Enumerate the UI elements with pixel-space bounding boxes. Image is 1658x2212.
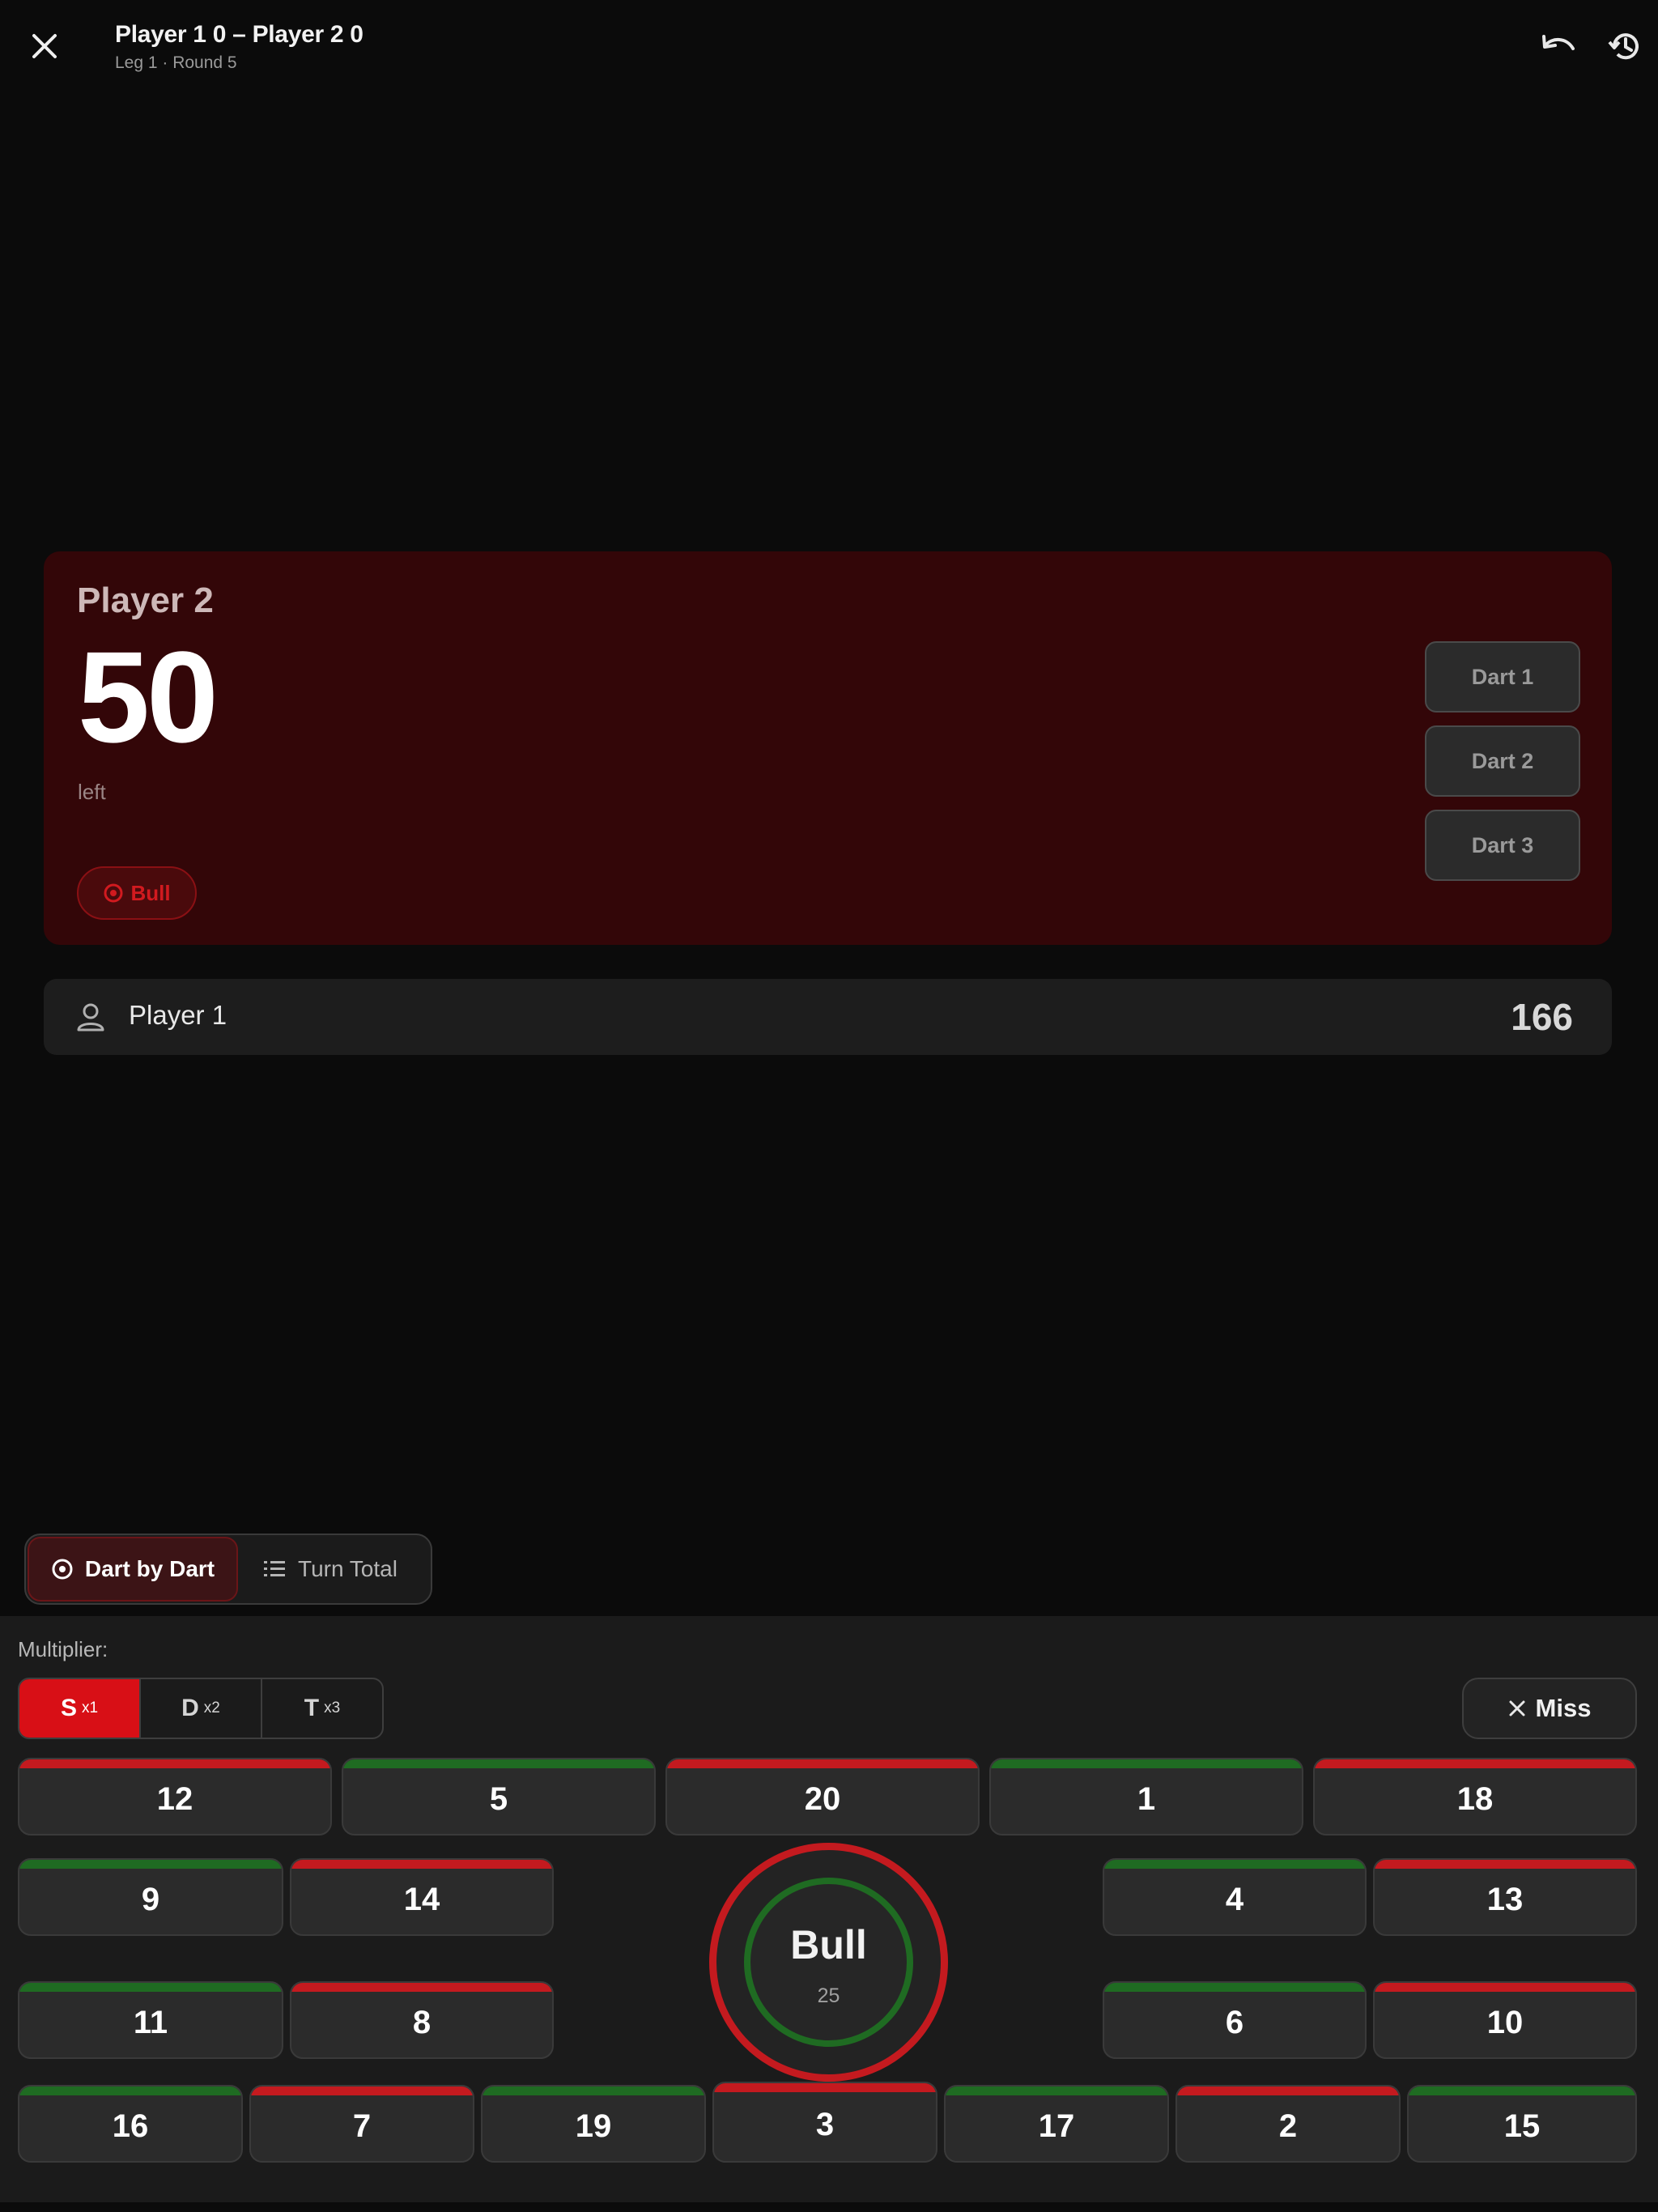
number-button-4[interactable]: 4: [1103, 1858, 1367, 1936]
multiplier-letter: S: [60, 1695, 77, 1721]
active-player-score: 50: [78, 624, 219, 769]
mode-dart-by-dart-label: Dart by Dart: [84, 1556, 215, 1581]
number-button-7[interactable]: 7: [249, 2085, 474, 2163]
number-button-3[interactable]: 3: [712, 2082, 937, 2163]
number-button-12[interactable]: 12: [18, 1758, 332, 1836]
miss-button[interactable]: Miss: [1462, 1678, 1637, 1739]
close-icon: [1509, 1700, 1525, 1716]
number-label: 3: [815, 2106, 835, 2142]
number-label: 20: [804, 1780, 841, 1817]
number-button-15[interactable]: 15: [1407, 2085, 1637, 2163]
number-label: 18: [1456, 1780, 1494, 1817]
number-button-14[interactable]: 14: [290, 1858, 554, 1936]
top-bar: Player 1 0 – Player 2 0 Leg 1 · Round 5: [0, 0, 1658, 91]
number-label: 1: [1137, 1780, 1156, 1817]
number-label: 17: [1038, 2108, 1075, 2144]
match-title: Player 1 0 – Player 2 0: [115, 21, 363, 48]
list-icon: [264, 1561, 285, 1576]
multiplier-single-button[interactable]: S x1: [19, 1679, 141, 1738]
other-player-name: Player 1: [129, 1000, 227, 1030]
bull-inner-ring: Bull 25: [744, 1878, 913, 2047]
number-label: 19: [575, 2108, 612, 2144]
number-label: 5: [489, 1780, 508, 1817]
number-button-5[interactable]: 5: [342, 1758, 656, 1836]
number-button-9[interactable]: 9: [18, 1858, 283, 1936]
multiplier-factor: x2: [203, 1699, 220, 1716]
number-label: 8: [412, 2004, 432, 2040]
close-icon[interactable]: [16, 18, 73, 74]
number-label: 12: [156, 1780, 193, 1817]
number-label: 15: [1503, 2108, 1541, 2144]
number-button-2[interactable]: 2: [1175, 2085, 1401, 2163]
number-label: 11: [133, 2004, 168, 2040]
input-mode-toggle: Dart by Dart Turn Total: [24, 1534, 432, 1605]
multiplier-label: Multiplier:: [18, 1637, 108, 1661]
mode-dart-by-dart[interactable]: Dart by Dart: [28, 1537, 238, 1602]
target-icon: [52, 1559, 73, 1580]
multiplier-factor: x1: [81, 1699, 99, 1716]
number-button-1[interactable]: 1: [989, 1758, 1303, 1836]
checkout-suggestion-chip: Bull: [77, 866, 197, 920]
multiplier-letter: T: [304, 1695, 320, 1721]
number-button-8[interactable]: 8: [290, 1981, 554, 2059]
multiplier-selector: S x1 D x2 T x3: [18, 1678, 384, 1739]
multiplier-triple-button[interactable]: T x3: [262, 1679, 382, 1738]
person-icon: [77, 1003, 104, 1032]
active-player-card: Player 2 50 left Bull Dart 1 Dart 2 Dart…: [44, 551, 1612, 945]
multiplier-letter: D: [181, 1695, 199, 1721]
number-button-6[interactable]: 6: [1103, 1981, 1367, 2059]
mode-turn-total[interactable]: Turn Total: [262, 1535, 397, 1603]
number-button-19[interactable]: 19: [481, 2085, 706, 2163]
bull-button[interactable]: Bull 25: [709, 1843, 948, 2082]
number-button-10[interactable]: 10: [1373, 1981, 1637, 2059]
number-button-18[interactable]: 18: [1313, 1758, 1637, 1836]
undo-icon[interactable]: [1530, 18, 1587, 74]
number-label: 2: [1278, 2108, 1298, 2144]
other-player-row: Player 1 166: [44, 979, 1612, 1055]
number-button-17[interactable]: 17: [944, 2085, 1169, 2163]
number-button-16[interactable]: 16: [18, 2085, 243, 2163]
match-subtitle: Leg 1 · Round 5: [115, 53, 237, 72]
bull-label: Bull: [790, 1922, 867, 1967]
number-button-20[interactable]: 20: [665, 1758, 980, 1836]
dart-slot-1[interactable]: Dart 1: [1425, 641, 1580, 713]
number-button-13[interactable]: 13: [1373, 1858, 1637, 1936]
checkout-suggestion-label: Bull: [130, 880, 171, 905]
dart-slot-3[interactable]: Dart 3: [1425, 810, 1580, 881]
bull-value: 25: [817, 1984, 840, 2007]
mode-turn-total-label: Turn Total: [298, 1556, 397, 1581]
dart-slot-2[interactable]: Dart 2: [1425, 725, 1580, 797]
number-label: 4: [1225, 1881, 1244, 1917]
number-label: 6: [1225, 2004, 1244, 2040]
target-icon: [104, 883, 123, 903]
number-label: 10: [1486, 2004, 1524, 2040]
multiplier-double-button[interactable]: D x2: [141, 1679, 262, 1738]
number-label: 7: [352, 2108, 372, 2144]
number-label: 9: [141, 1881, 160, 1917]
history-icon[interactable]: [1596, 18, 1653, 74]
miss-label: Miss: [1535, 1694, 1592, 1722]
score-caption: left: [78, 780, 106, 804]
bottom-edge: [0, 2202, 1658, 2212]
number-label: 13: [1486, 1881, 1524, 1917]
number-label: 16: [112, 2108, 149, 2144]
number-label: 14: [403, 1881, 440, 1917]
multiplier-factor: x3: [324, 1699, 341, 1716]
other-player-score: 166: [1511, 996, 1573, 1038]
number-button-11[interactable]: 11: [18, 1981, 283, 2059]
active-player-name: Player 2: [77, 581, 214, 620]
